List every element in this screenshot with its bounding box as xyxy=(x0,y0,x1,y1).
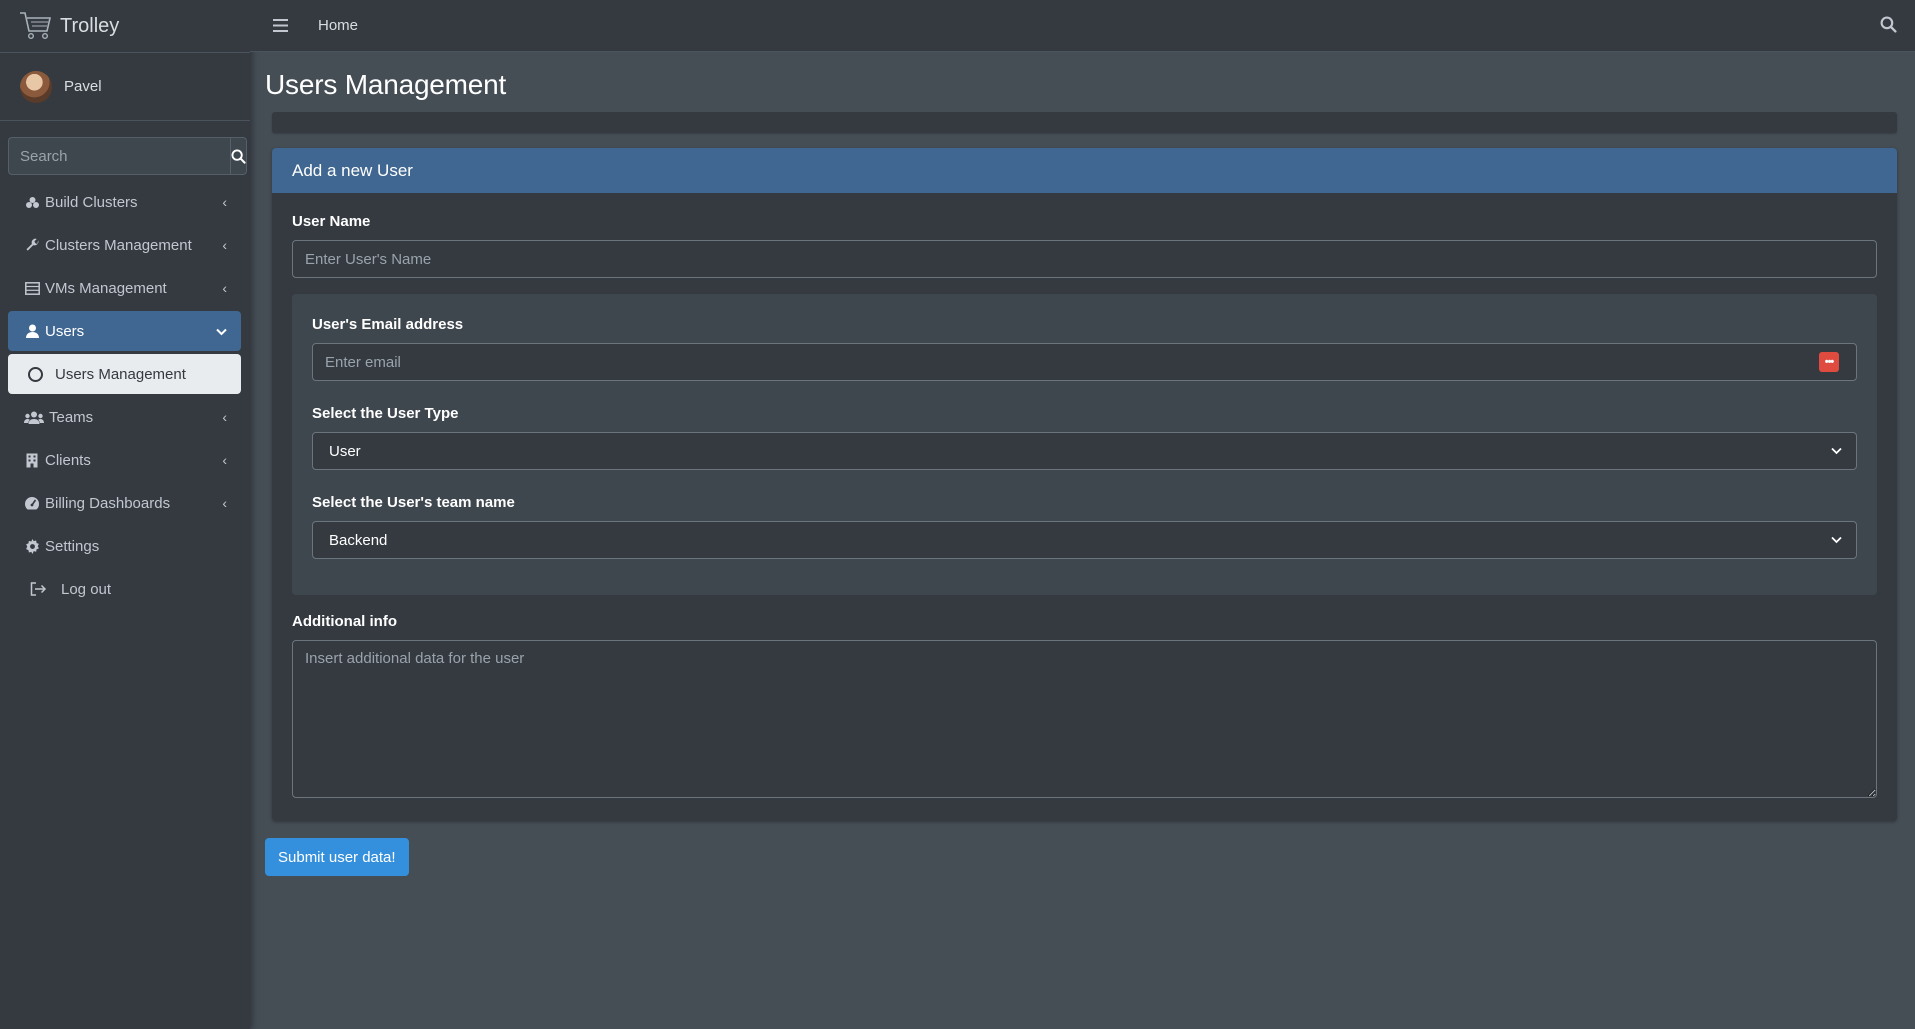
chevron-down-icon xyxy=(1831,536,1842,544)
sidebar-item-billing-dashboards[interactable]: Billing Dashboards ‹ xyxy=(8,483,241,523)
chevron-left-icon: ‹ xyxy=(222,194,227,210)
sidebar-item-vms-management[interactable]: VMs Management ‹ xyxy=(8,268,241,308)
chevron-down-icon xyxy=(1831,447,1842,455)
clusters-icon xyxy=(23,196,41,209)
card-body: User Name User's Email address ••• Selec… xyxy=(272,193,1897,803)
server-icon xyxy=(23,281,41,295)
users-icon xyxy=(23,411,45,424)
nav-home-link[interactable]: Home xyxy=(318,17,358,34)
username-label: User Name xyxy=(292,213,371,230)
menu-toggle-button[interactable] xyxy=(250,19,310,32)
sidebar-item-logout[interactable]: Log out xyxy=(8,569,241,609)
sidebar-nav: Build Clusters ‹ Clusters Management ‹ V… xyxy=(8,182,241,612)
email-field-wrap: ••• xyxy=(312,343,1857,381)
sidebar-item-teams[interactable]: Teams ‹ xyxy=(8,397,241,437)
add-user-card: Add a new User User Name User's Email ad… xyxy=(272,148,1897,821)
usertype-label: Select the User Type xyxy=(312,405,459,422)
sidebar-item-build-clusters[interactable]: Build Clusters ‹ xyxy=(8,182,241,222)
main-content: Users Management Add a new User User Nam… xyxy=(265,52,1897,876)
sidebar-item-users-management[interactable]: Users Management xyxy=(8,354,241,394)
search-icon xyxy=(231,148,246,164)
submit-button[interactable]: Submit user data! xyxy=(265,838,409,876)
username-input[interactable] xyxy=(292,240,1877,278)
search-icon xyxy=(1880,16,1897,33)
additional-info-label: Additional info xyxy=(292,613,397,630)
brand-link[interactable]: Trolley xyxy=(0,0,250,53)
hamburger-icon xyxy=(272,19,288,32)
user-name[interactable]: Pavel xyxy=(64,78,102,95)
sidebar-search-button[interactable] xyxy=(230,137,247,175)
avatar xyxy=(20,70,52,103)
sidebar-item-clients[interactable]: Clients ‹ xyxy=(8,440,241,480)
dashboard-icon xyxy=(23,496,41,510)
chevron-left-icon: ‹ xyxy=(222,280,227,296)
sidebar-item-label: Billing Dashboards xyxy=(45,494,171,512)
usertype-selected-value: User xyxy=(329,442,361,460)
sidebar-item-label: Log out xyxy=(61,580,112,598)
team-select[interactable]: Backend xyxy=(312,521,1857,559)
logout-icon xyxy=(29,582,47,596)
empty-card xyxy=(272,112,1897,133)
chevron-left-icon: ‹ xyxy=(222,495,227,511)
chevron-left-icon: ‹ xyxy=(222,409,227,425)
sidebar-item-users[interactable]: Users xyxy=(8,311,241,351)
chevron-left-icon: ‹ xyxy=(222,237,227,253)
sidebar-item-label: Build Clusters xyxy=(45,193,138,211)
wrench-icon xyxy=(23,238,41,253)
sidebar-item-label: VMs Management xyxy=(45,279,167,297)
password-manager-icon[interactable]: ••• xyxy=(1819,352,1839,372)
email-label: User's Email address xyxy=(312,316,464,333)
chevron-left-icon: ‹ xyxy=(222,452,227,468)
card-header: Add a new User xyxy=(272,148,1897,193)
sidebar-item-clusters-management[interactable]: Clusters Management ‹ xyxy=(8,225,241,265)
cart-logo-icon xyxy=(20,12,52,40)
sidebar-item-label: Clusters Management xyxy=(45,236,192,254)
additional-info-textarea[interactable] xyxy=(292,640,1877,798)
user-details-box: User's Email address ••• Select the User… xyxy=(292,294,1877,595)
team-label: Select the User's team name xyxy=(312,494,515,511)
top-navbar: Home xyxy=(250,0,1915,52)
usertype-select[interactable]: User xyxy=(312,432,1857,470)
sidebar-item-label: Teams xyxy=(49,408,94,426)
sidebar-search xyxy=(8,137,247,175)
brand-text: Trolley xyxy=(60,14,120,37)
team-selected-value: Backend xyxy=(329,531,388,549)
sidebar-item-label: Users xyxy=(45,322,85,340)
email-input[interactable] xyxy=(312,343,1857,381)
circle-icon xyxy=(28,366,43,382)
user-panel[interactable]: Pavel xyxy=(0,53,250,121)
sidebar-item-label: Settings xyxy=(45,537,100,555)
gear-icon xyxy=(23,538,41,554)
building-icon xyxy=(23,453,41,468)
sidebar-search-input[interactable] xyxy=(8,137,230,175)
sidebar-item-label: Users Management xyxy=(55,365,186,383)
navbar-search-button[interactable] xyxy=(1880,16,1897,38)
sidebar-item-label: Clients xyxy=(45,451,91,469)
chevron-down-icon xyxy=(216,323,227,339)
sidebar-item-settings[interactable]: Settings xyxy=(8,526,241,566)
sidebar: Trolley Pavel Build Clusters ‹ Clusters … xyxy=(0,0,250,1029)
page-title: Users Management xyxy=(265,69,507,100)
user-icon xyxy=(23,324,41,338)
